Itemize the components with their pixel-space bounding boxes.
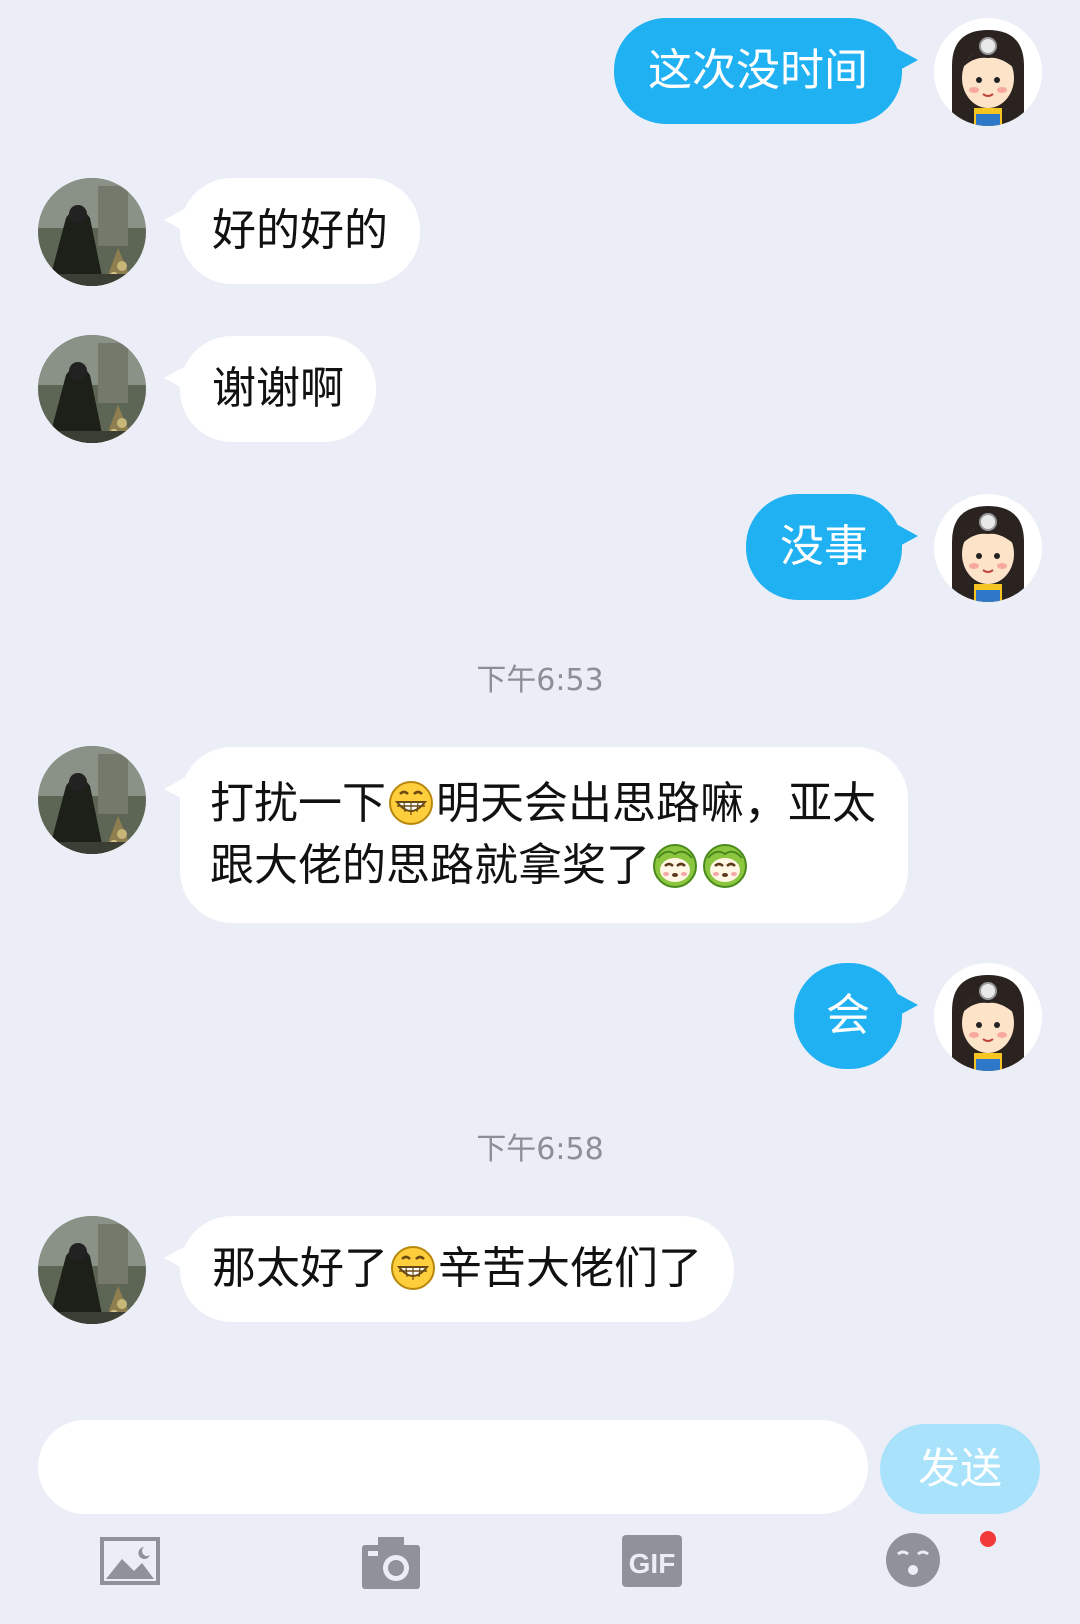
- message-text: 这次没时间: [648, 45, 868, 96]
- avatar-cartoon-girl-image: [934, 18, 1042, 126]
- cabbage-emoji-icon: [652, 843, 698, 888]
- message-text: 没事: [780, 521, 868, 572]
- notification-badge: [980, 1531, 996, 1547]
- contact-avatar[interactable]: [38, 178, 146, 286]
- message-input[interactable]: [38, 1420, 868, 1514]
- message-bubble-incoming[interactable]: 谢谢啊: [164, 336, 376, 442]
- avatar-photo-image: [38, 335, 146, 443]
- contact-avatar[interactable]: [38, 746, 146, 854]
- message-bubble-incoming[interactable]: 那太好了 辛苦大佬们了: [164, 1216, 734, 1322]
- svg-text:GIF: GIF: [629, 1548, 676, 1579]
- message-text: 打扰一下: [210, 778, 386, 829]
- contact-avatar[interactable]: [38, 335, 146, 443]
- avatar-cartoon-girl-image: [934, 494, 1042, 602]
- image-icon: [100, 1537, 160, 1585]
- my-avatar[interactable]: [934, 963, 1042, 1071]
- cabbage-emoji-icon: [702, 843, 748, 888]
- send-button[interactable]: 发送: [880, 1424, 1040, 1514]
- message-text: 会: [826, 990, 870, 1041]
- timestamp: 下午6:58: [476, 1132, 604, 1167]
- message-bubble-incoming[interactable]: 好的好的: [164, 178, 420, 284]
- message-text: 好的好的: [212, 205, 388, 256]
- message-text: 辛苦大佬们了: [438, 1243, 702, 1294]
- camera-icon: [362, 1537, 420, 1589]
- avatar-photo-image: [38, 178, 146, 286]
- message-text: 那太好了: [212, 1243, 388, 1294]
- message-bubble-outgoing[interactable]: 没事: [746, 494, 918, 600]
- camera-button[interactable]: [360, 1535, 422, 1595]
- grin-emoji-icon: [390, 1245, 436, 1291]
- avatar-cartoon-girl-image: [934, 963, 1042, 1071]
- my-avatar[interactable]: [934, 494, 1042, 602]
- message-bubble-outgoing[interactable]: 这次没时间: [614, 18, 918, 124]
- emoji-button[interactable]: [884, 1530, 944, 1594]
- my-avatar[interactable]: [934, 18, 1042, 126]
- timestamp: 下午6:53: [476, 663, 604, 698]
- emoji-icon: [886, 1533, 940, 1587]
- contact-avatar[interactable]: [38, 1216, 146, 1324]
- avatar-photo-image: [38, 1216, 146, 1324]
- avatar-photo-image: [38, 746, 146, 854]
- message-text: 谢谢啊: [212, 363, 344, 414]
- image-picker-button[interactable]: [100, 1535, 160, 1591]
- gif-icon: GIF: [622, 1535, 682, 1587]
- message-bubble-outgoing[interactable]: 会: [794, 963, 918, 1069]
- message-bubble-incoming[interactable]: 打扰一下 明天会出思路嘛，亚太跟大佬的思路就拿奖了: [164, 747, 908, 923]
- gif-button[interactable]: GIF: [622, 1535, 682, 1591]
- grin-emoji-icon: [388, 780, 434, 826]
